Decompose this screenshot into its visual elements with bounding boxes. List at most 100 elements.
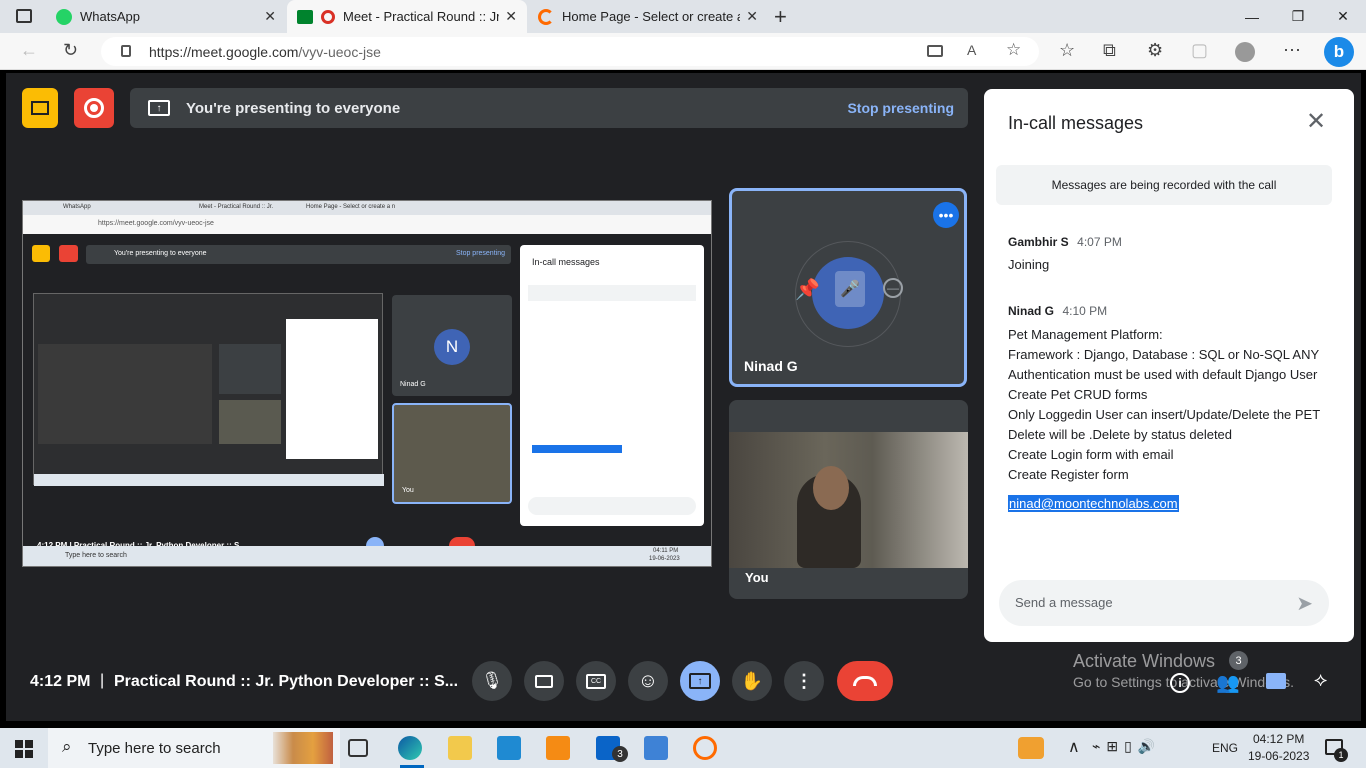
- emoji-icon: ☺: [637, 669, 659, 692]
- back-icon[interactable]: ←: [20, 40, 38, 61]
- tab-whatsapp[interactable]: WhatsApp ✕: [46, 0, 286, 33]
- profile-avatar[interactable]: [1235, 42, 1255, 62]
- shared-stop-presenting: Stop presenting: [455, 250, 505, 257]
- activities-icon[interactable]: ⟡: [1314, 669, 1327, 692]
- message-sender: Ninad G: [1008, 304, 1055, 318]
- close-chat-icon[interactable]: ✕: [1306, 107, 1326, 136]
- tab-actions-icon[interactable]: [16, 9, 32, 23]
- weather-icon[interactable]: [1018, 737, 1044, 759]
- shared-tab: Meet - Practical Round :: Jr.: [199, 204, 274, 210]
- taskbar-search-placeholder: Type here to search: [88, 740, 221, 757]
- meeting-time: 4:12 PM: [30, 673, 91, 690]
- bing-icon[interactable]: b: [1324, 37, 1354, 67]
- shared-tab: Home Page - Select or create a n: [306, 204, 396, 210]
- email-link[interactable]: ninad@moontechnolabs.com: [1008, 495, 1179, 512]
- message-line: Create Register form: [1008, 467, 1129, 482]
- windows-taskbar: ⌕ Type here to search 3 ∧ ⌁⊞▯🔊 ENG 04:12…: [0, 728, 1366, 768]
- collections-icon[interactable]: ⧉: [1103, 40, 1116, 61]
- read-aloud-icon[interactable]: A: [967, 42, 976, 58]
- message-line: Only Loggedin User can insert/Update/Del…: [1008, 407, 1321, 422]
- shared-inner-screen: [33, 293, 384, 486]
- tab-title: Meet - Practical Round :: Jr.: [343, 9, 500, 24]
- shared-chat-title: In-call messages: [532, 257, 600, 267]
- close-tab-icon[interactable]: ✕: [746, 8, 758, 25]
- language-indicator[interactable]: ENG: [1212, 741, 1238, 755]
- maximize-button[interactable]: ❐: [1275, 0, 1321, 33]
- participant-tile-you[interactable]: You: [729, 400, 968, 599]
- presenting-text: You're presenting to everyone: [186, 99, 401, 117]
- vscode-icon[interactable]: [497, 736, 521, 760]
- pin-icon[interactable]: 📌: [795, 277, 820, 302]
- file-explorer-icon[interactable]: [448, 736, 472, 760]
- taskbar-time[interactable]: 04:12 PM: [1253, 732, 1304, 746]
- close-window-button[interactable]: ✕: [1320, 0, 1366, 33]
- sidebar-icon[interactable]: ▢: [1191, 40, 1208, 61]
- camera-off-button[interactable]: [22, 88, 58, 128]
- favorite-star-icon[interactable]: ☆: [1006, 40, 1021, 60]
- send-icon[interactable]: ➤: [1296, 591, 1313, 616]
- more-options-button[interactable]: ⋮: [784, 661, 824, 701]
- task-view-icon[interactable]: [348, 739, 368, 757]
- emoji-button[interactable]: ☺: [628, 661, 668, 701]
- shared-tile-name: Ninad G: [400, 381, 426, 388]
- message-line: Framework : Django, Database : SQL or No…: [1008, 347, 1320, 362]
- recording-button[interactable]: [74, 88, 114, 128]
- shared-taskbar-search: Type here to search: [65, 552, 127, 559]
- mic-button[interactable]: 🎙: [472, 661, 512, 701]
- tab-meet[interactable]: Meet - Practical Round :: Jr. ✕: [287, 0, 527, 33]
- chat-message: Ninad G 4:10 PM Pet Management Platform:…: [1008, 302, 1348, 513]
- message-input-placeholder: Send a message: [1015, 595, 1113, 610]
- camera-button[interactable]: [524, 661, 564, 701]
- raise-hand-button[interactable]: ✋: [732, 661, 772, 701]
- shared-taskbar: Type here to search 04:11 PM 19-06-2023: [23, 546, 711, 566]
- search-icon: ⌕: [62, 737, 72, 756]
- search-highlight-icon: [273, 732, 333, 764]
- windows-start-icon[interactable]: [15, 740, 33, 758]
- info-icon[interactable]: i: [1170, 673, 1190, 693]
- edge-icon[interactable]: [398, 736, 422, 760]
- address-bar-row: ← ↻ https://meet.google.com/vyv-ueoc-jse…: [0, 33, 1366, 70]
- extensions-icon[interactable]: ⚙: [1147, 40, 1163, 61]
- remove-icon[interactable]: —: [883, 278, 903, 298]
- favorites-icon[interactable]: ☆: [1059, 40, 1075, 61]
- refresh-icon[interactable]: ↻: [63, 40, 78, 61]
- message-line: Pet Management Platform:: [1008, 327, 1163, 342]
- url-field[interactable]: https://meet.google.com/vyv-ueoc-jse A ☆: [101, 37, 1039, 66]
- participant-tile-ninad[interactable]: ••• 📌 🎤 — Ninad G: [729, 188, 967, 387]
- end-call-button[interactable]: [837, 661, 893, 701]
- hand-icon: ✋: [740, 670, 764, 691]
- captions-icon: CC: [586, 673, 606, 689]
- close-tab-icon[interactable]: ✕: [505, 8, 517, 25]
- message-input[interactable]: Send a message ➤: [999, 580, 1329, 626]
- close-tab-icon[interactable]: ✕: [264, 8, 276, 25]
- more-options-icon[interactable]: ⋯: [1283, 40, 1301, 61]
- message-time: 4:10 PM: [1062, 304, 1108, 318]
- sublime-icon[interactable]: [546, 736, 570, 760]
- present-button[interactable]: ↑: [680, 661, 720, 701]
- minimize-button[interactable]: —: [1229, 0, 1275, 33]
- show-hidden-icons[interactable]: ∧: [1068, 737, 1080, 757]
- tab-home-page[interactable]: Home Page - Select or create a n ✕: [528, 0, 768, 33]
- shared-tile-you: You: [392, 403, 512, 504]
- shared-tile-ninad: N Ninad G: [392, 295, 512, 396]
- people-icon[interactable]: 👥: [1216, 671, 1240, 695]
- taskbar-date[interactable]: 19-06-2023: [1248, 749, 1309, 763]
- present-icon: ↑: [148, 100, 170, 116]
- captions-button[interactable]: CC: [576, 661, 616, 701]
- postman-icon[interactable]: [693, 736, 717, 760]
- chat-icon[interactable]: [1266, 673, 1286, 689]
- people-count-badge: 3: [1229, 651, 1248, 670]
- store-icon[interactable]: [644, 736, 668, 760]
- meet-window: ↑ You're presenting to everyone Stop pre…: [6, 73, 1361, 721]
- url-path: /vyv-ueoc-jse: [298, 43, 381, 60]
- new-tab-button[interactable]: +: [774, 4, 787, 30]
- hang-up-icon: [853, 676, 877, 686]
- shared-chat-panel: In-call messages: [520, 245, 704, 526]
- more-options-icon[interactable]: •••: [933, 202, 959, 228]
- stop-presenting-button[interactable]: Stop presenting: [847, 100, 954, 116]
- watermark-line1: Activate Windows: [1073, 651, 1216, 671]
- message-time: 4:07 PM: [1077, 235, 1122, 249]
- microphone-icon[interactable]: 🎤: [835, 271, 865, 307]
- taskbar-search-box[interactable]: ⌕ Type here to search: [48, 728, 340, 768]
- camera-icon[interactable]: [927, 45, 943, 57]
